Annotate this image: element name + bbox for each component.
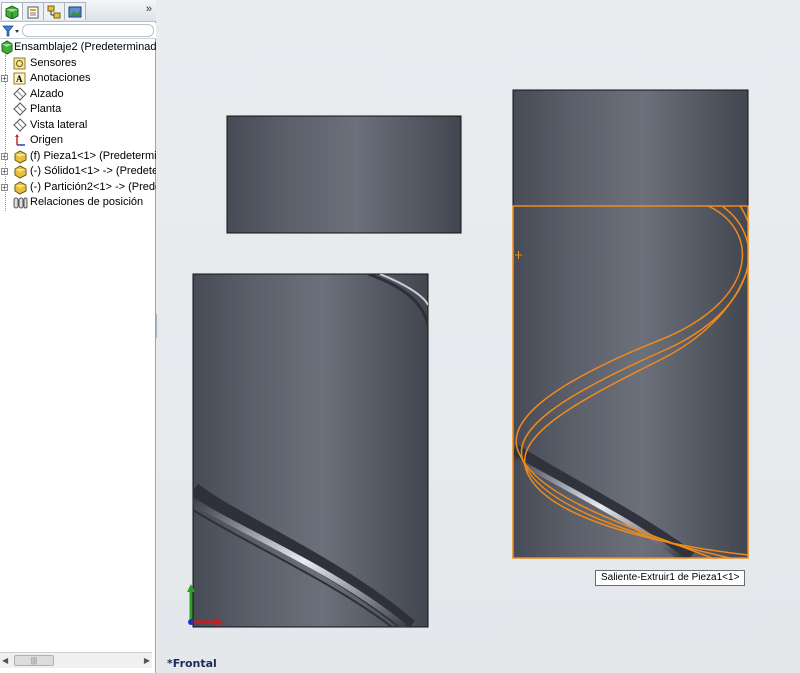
part-block-small[interactable] [226, 115, 462, 234]
part-tall-block[interactable] [512, 89, 751, 559]
view-name-label: *Frontal [167, 657, 217, 670]
tooltip: Saliente-Extruir1 de Pieza1<1> [595, 570, 746, 586]
part-cylinder-left[interactable] [192, 273, 429, 628]
